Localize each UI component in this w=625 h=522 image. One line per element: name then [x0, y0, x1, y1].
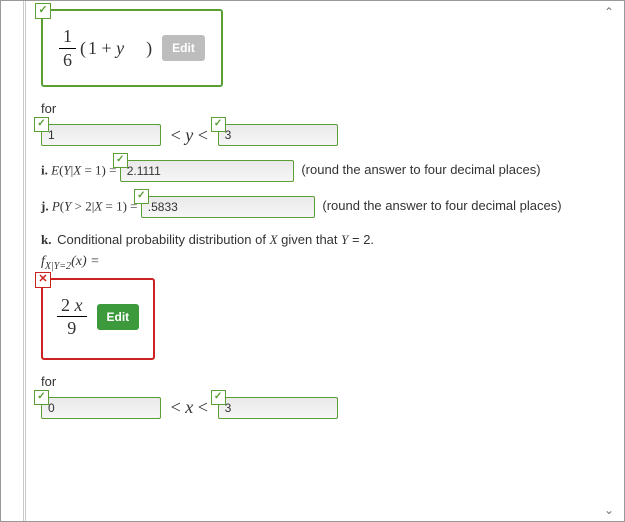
edit-button-expr1[interactable]: Edit — [162, 35, 205, 61]
check-icon: ✓ — [134, 189, 149, 204]
range1-low-input[interactable] — [41, 124, 161, 146]
for-label-1: for — [41, 101, 596, 116]
check-icon: ✓ — [211, 390, 226, 405]
range1-high-input[interactable] — [218, 124, 338, 146]
line-i: i. E(Y|X = 1) = ✓ (round the answer to f… — [41, 160, 596, 182]
page-frame: ⌃ ⌄ ✓ 1 6 ( 1 + y ) Edit for ✓ — [0, 0, 625, 522]
range1-high-wrap: ✓ — [218, 124, 338, 146]
fx-label: fX|Y=2(x) = — [41, 254, 596, 272]
check-icon: ✓ — [34, 390, 49, 405]
fraction-1-den: 6 — [59, 49, 76, 72]
line-k-label: k. — [41, 232, 51, 247]
cross-icon: ✕ — [35, 272, 51, 288]
paren-close: ) — [146, 38, 152, 59]
range-1-row: ✓ < y < ✓ — [41, 124, 596, 146]
left-divider-2 — [25, 1, 26, 521]
line-i-input-wrap: ✓ — [120, 160, 294, 182]
range1-low-wrap: ✓ — [41, 124, 161, 146]
range2-mid: < x < — [171, 397, 208, 418]
line-j-note: (round the answer to four decimal places… — [322, 198, 561, 213]
expression-2-box: ✕ 2 x 9 Edit — [41, 278, 155, 360]
scroll-down-icon[interactable]: ⌄ — [602, 503, 616, 517]
scroll-up-icon[interactable]: ⌃ — [602, 5, 616, 19]
expression-1-box: ✓ 1 6 ( 1 + y ) Edit — [41, 9, 223, 87]
range2-low-input[interactable] — [41, 397, 161, 419]
line-i-label: i. — [41, 162, 48, 177]
check-icon: ✓ — [211, 117, 226, 132]
for-label-2: for — [41, 374, 596, 389]
edit-button-expr2[interactable]: Edit — [97, 304, 140, 330]
fraction-1: 1 6 — [59, 25, 76, 71]
content-area: ✓ 1 6 ( 1 + y ) Edit for ✓ < y < ✓ — [41, 5, 596, 517]
check-icon: ✓ — [35, 3, 51, 19]
fraction-2-den: 9 — [57, 317, 87, 340]
fraction-1-num: 1 — [59, 25, 76, 49]
paren-content: 1 + y — [88, 38, 124, 59]
line-j: j. P(Y > 2|X = 1) = ✓ (round the answer … — [41, 196, 596, 218]
range2-high-input[interactable] — [218, 397, 338, 419]
check-icon: ✓ — [34, 117, 49, 132]
fraction-2-num: 2 x — [57, 294, 87, 318]
line-j-label: j. — [41, 198, 49, 213]
line-i-input[interactable] — [120, 160, 294, 182]
line-k: k. Conditional probability distribution … — [41, 232, 596, 248]
range2-high-wrap: ✓ — [218, 397, 338, 419]
range2-low-wrap: ✓ — [41, 397, 161, 419]
line-j-input-wrap: ✓ — [141, 196, 315, 218]
line-i-note: (round the answer to four decimal places… — [301, 162, 540, 177]
range1-mid: < y < — [171, 125, 208, 146]
line-j-input[interactable] — [141, 196, 315, 218]
fraction-2: 2 x 9 — [57, 294, 87, 340]
left-divider-1 — [23, 1, 24, 521]
range-2-row: ✓ < x < ✓ — [41, 397, 596, 419]
paren-open: ( — [80, 38, 86, 59]
check-icon: ✓ — [113, 153, 128, 168]
